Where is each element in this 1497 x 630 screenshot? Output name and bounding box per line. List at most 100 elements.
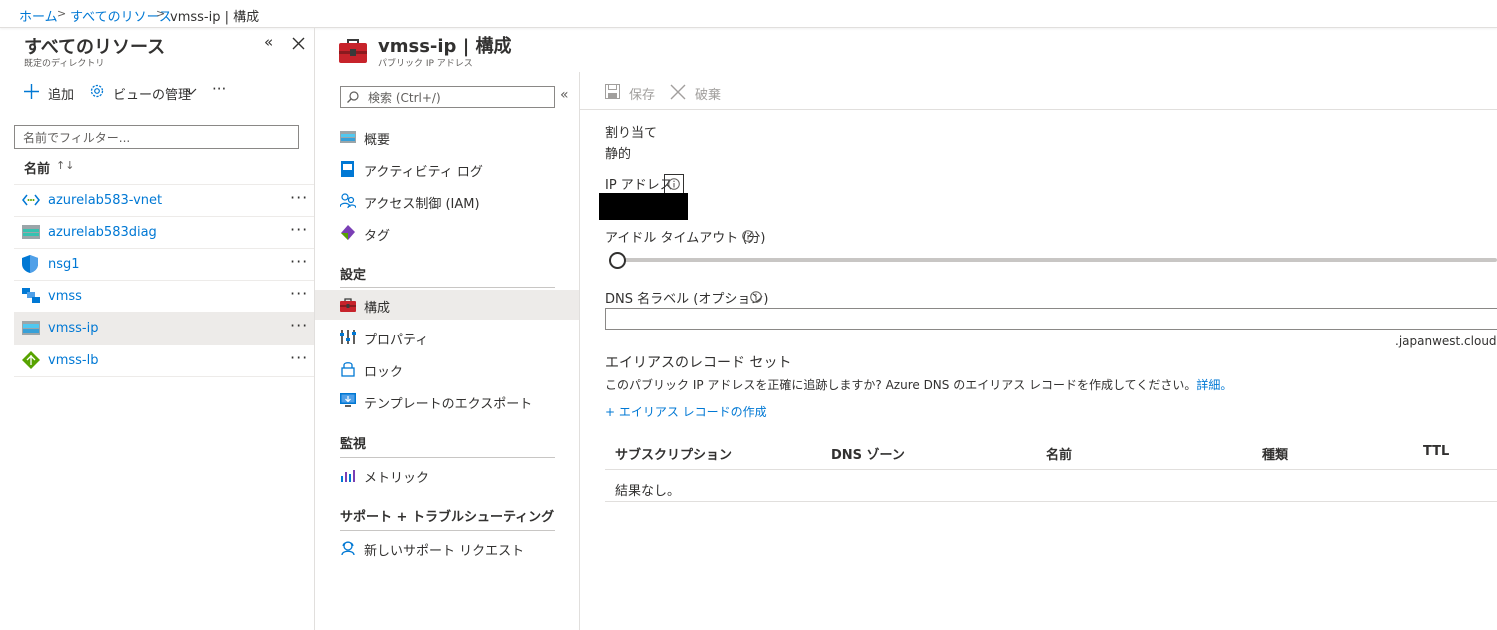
alias-description-text: このパブリック IP アドレスを正確に追跡しますか? Azure DNS のエイ… [605, 378, 1197, 392]
column-header-type[interactable]: 種類 [1262, 444, 1288, 463]
save-icon[interactable] [605, 84, 620, 99]
nsg-shield-icon [22, 255, 38, 273]
name-column-header[interactable]: 名前 [24, 158, 50, 177]
divider [340, 457, 555, 458]
menu-search-placeholder: 検索 (Ctrl+/) [368, 91, 441, 105]
search-icon [347, 91, 359, 103]
info-icon-box[interactable] [664, 174, 684, 194]
menu-search-input[interactable]: 検索 (Ctrl+/) [340, 86, 555, 108]
column-header-name[interactable]: 名前 [1046, 444, 1072, 463]
resource-name[interactable]: azurelab583diag [48, 225, 157, 240]
menu-item-tags[interactable]: タグ [315, 218, 579, 248]
vmss-icon [22, 288, 40, 303]
resource-row-vmss-ip[interactable]: vmss-ip ··· [14, 313, 314, 345]
menu-item-label: プロパティ [364, 333, 429, 348]
ip-address-label: IP アドレス [605, 178, 673, 193]
redacted-ip-value [599, 193, 688, 220]
alias-heading: エイリアスのレコード セット [605, 355, 792, 371]
menu-item-label: ロック [364, 365, 404, 380]
metrics-icon [341, 470, 355, 482]
row-more-icon[interactable]: ··· [290, 316, 308, 335]
resource-row-azurelab583diag[interactable]: azurelab583diag ··· [14, 217, 314, 249]
menu-item-configuration[interactable]: 構成 [315, 290, 579, 320]
resource-name[interactable]: vmss-ip [48, 321, 98, 336]
discard-icon[interactable] [670, 84, 686, 100]
info-icon[interactable] [750, 291, 762, 303]
menu-item-iam[interactable]: アクセス制御 (IAM) [315, 186, 579, 216]
dns-suffix: .japanwest.clouda [1395, 334, 1497, 348]
resource-menu: 検索 (Ctrl+/) « 概要 アクティビティ ログ アクセス制御 (IAM)… [315, 72, 580, 630]
manage-view-button[interactable]: ビューの管理 [113, 84, 191, 103]
export-template-icon [340, 393, 356, 407]
divider [340, 287, 555, 288]
column-header-dns-zone[interactable]: DNS ゾーン [831, 444, 905, 463]
breadcrumb-home-link[interactable]: ホーム [19, 6, 58, 25]
config-blade: vmss-ip | 構成 パブリック IP アドレス 検索 (Ctrl+/) «… [315, 28, 1497, 630]
save-button[interactable]: 保存 [629, 84, 655, 103]
sort-icon[interactable]: ↑↓ [56, 159, 74, 172]
idle-timeout-slider-thumb[interactable] [609, 252, 626, 269]
menu-item-export-template[interactable]: テンプレートのエクスポート [315, 386, 579, 416]
column-header-subscription[interactable]: サブスクリプション [615, 444, 732, 463]
menu-item-overview[interactable]: 概要 [315, 122, 579, 152]
menu-item-properties[interactable]: プロパティ [315, 322, 579, 352]
breadcrumb-current: vmss-ip | 構成 [170, 10, 260, 25]
page-title: vmss-ip | 構成 [378, 36, 512, 57]
resource-name[interactable]: nsg1 [48, 257, 80, 272]
filter-placeholder: 名前でフィルター... [23, 131, 131, 145]
storage-icon [22, 225, 40, 239]
menu-item-locks[interactable]: ロック [315, 354, 579, 384]
collapse-pane-icon[interactable]: « [264, 33, 273, 51]
no-results-text: 結果なし。 [615, 484, 681, 499]
idle-timeout-slider-track[interactable] [616, 258, 1497, 262]
assignment-label: 割り当て [605, 126, 658, 141]
toolbox-icon [339, 39, 367, 63]
gear-icon[interactable] [89, 83, 105, 99]
table-bottom-divider [605, 501, 1497, 502]
info-icon [668, 178, 680, 190]
menu-item-metrics[interactable]: メトリック [315, 460, 579, 490]
resource-name[interactable]: vmss-lb [48, 353, 98, 368]
breadcrumb-chevron-icon: > [156, 7, 166, 20]
info-icon[interactable] [742, 230, 754, 242]
iam-icon [340, 193, 356, 209]
more-options-icon[interactable]: ··· [212, 80, 226, 98]
resource-row-nsg1[interactable]: nsg1 ··· [14, 249, 314, 281]
menu-item-label: タグ [364, 229, 391, 244]
menu-item-label: アクセス制御 (IAM) [364, 197, 480, 212]
dns-label-input[interactable] [605, 308, 1497, 330]
collapse-menu-icon[interactable]: « [560, 87, 569, 103]
row-more-icon[interactable]: ··· [290, 252, 308, 271]
configuration-form: 保存 破棄 割り当て 静的 IP アドレス アイドル タイムアウト (分) DN… [580, 72, 1497, 630]
row-more-icon[interactable]: ··· [290, 348, 308, 367]
support-request-icon [341, 541, 355, 556]
row-more-icon[interactable]: ··· [290, 220, 308, 239]
column-header-ttl[interactable]: TTL [1423, 444, 1449, 459]
table-header-divider [605, 469, 1497, 470]
assignment-value: 静的 [605, 147, 632, 162]
resource-name[interactable]: vmss [48, 289, 82, 304]
vnet-icon [22, 194, 40, 206]
menu-item-new-support-request[interactable]: 新しいサポート リクエスト [315, 533, 579, 563]
resource-row-vmss-lb[interactable]: vmss-lb ··· [14, 345, 314, 377]
discard-button[interactable]: 破棄 [695, 84, 721, 103]
resource-name[interactable]: azurelab583-vnet [48, 193, 162, 208]
menu-item-label: 新しいサポート リクエスト [364, 544, 525, 559]
menu-item-activity-log[interactable]: アクティビティ ログ [315, 154, 579, 184]
section-settings: 設定 [340, 268, 367, 283]
chevron-down-icon[interactable] [185, 88, 197, 96]
resource-row-azurelab583-vnet[interactable]: azurelab583-vnet ··· [14, 185, 314, 217]
create-alias-record-button[interactable]: + エイリアス レコードの作成 [605, 403, 767, 420]
config-toolbox-icon [340, 298, 356, 312]
resource-row-vmss[interactable]: vmss ··· [14, 281, 314, 313]
row-more-icon[interactable]: ··· [290, 284, 308, 303]
filter-input[interactable]: 名前でフィルター... [14, 125, 299, 149]
menu-item-label: 概要 [364, 133, 391, 148]
row-more-icon[interactable]: ··· [290, 188, 308, 207]
add-button[interactable]: 追加 [48, 84, 74, 103]
learn-more-link[interactable]: 詳細。 [1196, 378, 1232, 392]
close-icon[interactable] [292, 37, 305, 50]
add-icon[interactable] [24, 84, 39, 99]
section-support: サポート + トラブルシューティング [340, 510, 555, 525]
pane-subtitle: 既定のディレクトリ [24, 59, 105, 69]
